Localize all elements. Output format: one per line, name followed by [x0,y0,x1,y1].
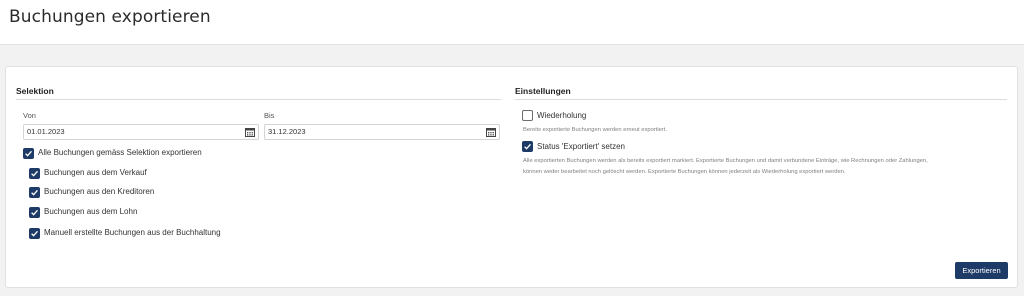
alle-buchungen-label: Alle Buchungen gemäss Selektion exportie… [38,148,202,157]
status-exportiert-label: Status 'Exportiert' setzen [537,142,625,151]
bis-date-input[interactable]: 31.12.2023 [264,124,500,140]
checkmark-icon [31,189,38,196]
selektion-title: Selektion [16,86,54,96]
von-date-input[interactable]: 01.01.2023 [23,124,259,140]
wiederholung-help: Bereits exportierte Buchungen werden ern… [523,127,668,133]
selektion-divider [16,99,501,100]
alle-buchungen-checkbox[interactable] [23,148,34,159]
checkmark-icon [25,150,32,157]
page-header: Buchungen exportieren [0,0,1024,45]
verkauf-label: Buchungen aus dem Verkauf [44,168,147,177]
wiederholung-checkbox[interactable] [522,110,533,121]
page-title: Buchungen exportieren [9,7,211,27]
verkauf-checkbox[interactable] [29,168,40,179]
kreditoren-checkbox[interactable] [29,187,40,198]
status-help-line-1: Alle exportierten Buchungen werden als b… [523,158,928,164]
export-button[interactable]: Exportieren [955,262,1008,279]
von-label: Von [23,111,36,120]
checkmark-icon [31,209,38,216]
bis-date-value: 31.12.2023 [268,127,306,136]
status-exportiert-checkbox[interactable] [522,141,533,152]
lohn-label: Buchungen aus dem Lohn [44,207,138,216]
calendar-icon[interactable] [245,127,255,137]
calendar-icon[interactable] [486,127,496,137]
bis-label: Bis [264,111,275,120]
checkmark-icon [31,170,38,177]
checkmark-icon [31,230,38,237]
kreditoren-label: Buchungen aus den Kreditoren [44,187,155,196]
export-card: Selektion Von 01.01.2023 Bis 31.12.2023 … [5,66,1018,288]
manuell-checkbox[interactable] [29,228,40,239]
manuell-label: Manuell erstellte Buchungen aus der Buch… [44,228,221,237]
von-date-value: 01.01.2023 [27,127,65,136]
status-help-line-2: können weder bearbeitet noch gelöscht we… [523,169,846,175]
wiederholung-label: Wiederholung [537,111,587,120]
checkmark-icon [524,143,531,150]
einstellungen-title: Einstellungen [515,86,571,96]
einstellungen-divider [515,99,1007,100]
lohn-checkbox[interactable] [29,207,40,218]
